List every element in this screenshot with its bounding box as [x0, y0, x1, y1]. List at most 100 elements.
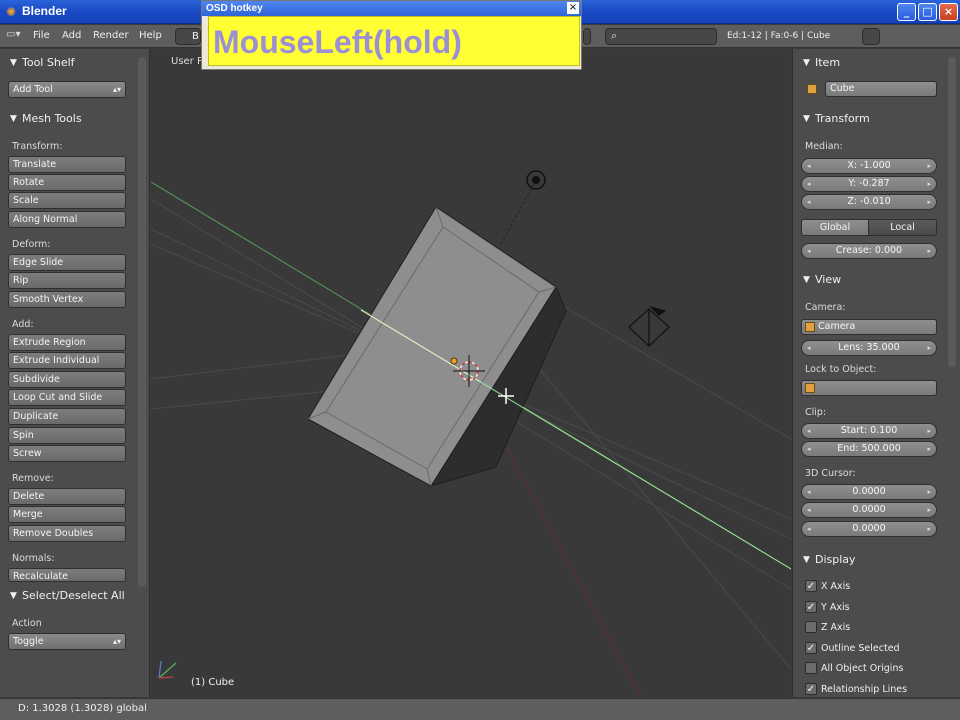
subdivide-button[interactable]: Subdivide: [8, 371, 126, 388]
tool-shelf-header[interactable]: ▼ Tool Shelf: [4, 54, 142, 72]
collapse-triangle-icon: ▼: [10, 114, 17, 124]
display-checkbox[interactable]: [805, 621, 817, 634]
collapse-triangle-icon: ▼: [10, 591, 17, 601]
remove-doubles-button[interactable]: Remove Doubles: [8, 525, 126, 542]
properties-scrollbar[interactable]: [948, 57, 956, 367]
decrement-arrow-icon: ◂: [807, 525, 811, 533]
camera-label: Camera:: [805, 302, 846, 313]
recalculate-button[interactable]: Recalculate: [8, 568, 126, 582]
cursor-y-field[interactable]: ◂ 0.0000 ▸: [801, 502, 937, 518]
display-option-label: Z Axis: [821, 622, 851, 634]
increment-arrow-icon: ▸: [927, 506, 931, 514]
action-label: Action: [12, 618, 42, 629]
cursor-z-value: 0.0000: [852, 523, 886, 534]
3d-viewport[interactable]: User P (1) Cube: [151, 49, 791, 697]
display-checkbox[interactable]: ✓: [805, 600, 817, 613]
object-cube-icon: [807, 84, 817, 94]
relationship-line: [500, 179, 537, 245]
editor-type-icon[interactable]: ▭▾: [6, 29, 26, 43]
camera-field[interactable]: Camera: [801, 319, 937, 335]
display-option-label: Relationship Lines: [821, 684, 908, 695]
extrude-individual-button[interactable]: Extrude Individual: [8, 352, 126, 369]
transform-panel-header[interactable]: ▼ Transform: [797, 110, 937, 128]
action-dropdown[interactable]: Toggle ▴▾: [8, 633, 126, 650]
active-object-label: (1) Cube: [191, 677, 235, 688]
object-name-field[interactable]: Cube: [825, 81, 937, 97]
rotate-button[interactable]: Rotate: [8, 174, 126, 191]
menu-add[interactable]: Add: [62, 30, 81, 41]
local-button[interactable]: Local: [868, 219, 937, 236]
collapse-triangle-icon: ▼: [803, 555, 810, 565]
spin-button[interactable]: Spin: [8, 427, 126, 444]
clip-start-value: Start: 0.100: [840, 425, 898, 436]
osd-close-button[interactable]: ×: [567, 2, 579, 14]
median-x-field[interactable]: ◂ X: -1.000 ▸: [801, 158, 937, 174]
cursor-y-value: 0.0000: [852, 504, 886, 515]
display-checkbox[interactable]: ✓: [805, 683, 817, 695]
median-y-value: Y: -0.287: [848, 178, 890, 189]
clip-start-field[interactable]: ◂ Start: 0.100 ▸: [801, 423, 937, 439]
osd-hotkey-window: OSD hotkey × MouseLeft(hold): [201, 0, 582, 70]
add-tool-dropdown[interactable]: Add Tool ▴▾: [8, 81, 126, 98]
lock-object-icon: [805, 383, 815, 393]
median-z-field[interactable]: ◂ Z: -0.010 ▸: [801, 194, 937, 210]
loop-cut-and-slide-button[interactable]: Loop Cut and Slide: [8, 389, 126, 406]
translate-button[interactable]: Translate: [8, 156, 126, 173]
menu-render[interactable]: Render: [93, 30, 129, 41]
status-text: D: 1.3028 (1.3028) global: [18, 703, 147, 714]
search-field[interactable]: ⌕: [605, 28, 717, 45]
cursor-z-field[interactable]: ◂ 0.0000 ▸: [801, 521, 937, 537]
display-panel-header[interactable]: ▼ Display: [797, 551, 937, 569]
display-checkbox[interactable]: [805, 662, 817, 675]
cursor-x-field[interactable]: ◂ 0.0000 ▸: [801, 484, 937, 500]
rip-button[interactable]: Rip: [8, 272, 126, 289]
blender-logo-icon: ✺: [6, 5, 17, 19]
display-checkbox[interactable]: ✓: [805, 580, 817, 592]
item-panel-header[interactable]: ▼ Item: [797, 54, 937, 72]
display-option-label: Outline Selected: [821, 642, 900, 654]
scene-stats: Ed:1-12 | Fa:0-6 | Cube: [727, 31, 831, 41]
camera-icon[interactable]: [628, 305, 670, 347]
close-button[interactable]: ×: [939, 3, 958, 21]
3d-cursor-label: 3D Cursor:: [805, 468, 856, 479]
lamp-icon[interactable]: [526, 170, 546, 190]
minimize-button[interactable]: _: [897, 3, 916, 21]
menu-help[interactable]: Help: [139, 30, 162, 41]
mesh-tools-header[interactable]: ▼ Mesh Tools: [4, 110, 142, 128]
crease-field[interactable]: ◂ Crease: 0.000 ▸: [801, 243, 937, 259]
scene-selector[interactable]: [583, 28, 591, 45]
edge-slide-button[interactable]: Edge Slide: [8, 254, 126, 271]
collapse-triangle-icon: ▼: [10, 58, 17, 68]
remove-label: Remove:: [12, 473, 54, 484]
transform-panel-title: Transform: [815, 112, 870, 125]
render-engine-icon[interactable]: [862, 28, 880, 45]
display-checkbox[interactable]: ✓: [805, 641, 817, 654]
increment-arrow-icon: ▸: [927, 162, 931, 170]
screen-layout-selector[interactable]: B: [175, 28, 201, 45]
scale-button[interactable]: Scale: [8, 192, 126, 209]
cube-front-face: [307, 206, 557, 487]
median-y-field[interactable]: ◂ Y: -0.287 ▸: [801, 176, 937, 192]
display-option-label: Y Axis: [821, 601, 850, 613]
decrement-arrow-icon: ◂: [807, 180, 811, 188]
maximize-button[interactable]: □: [918, 3, 937, 21]
duplicate-button[interactable]: Duplicate: [8, 408, 126, 425]
extrude-region-button[interactable]: Extrude Region: [8, 334, 126, 351]
increment-arrow-icon: ▸: [927, 247, 931, 255]
along-normal-button[interactable]: Along Normal: [8, 211, 126, 228]
menu-file[interactable]: File: [33, 30, 50, 41]
merge-button[interactable]: Merge: [8, 506, 126, 523]
lens-field[interactable]: ◂ Lens: 35.000 ▸: [801, 340, 937, 356]
screw-button[interactable]: Screw: [8, 445, 126, 462]
global-button[interactable]: Global: [801, 219, 869, 236]
lens-value: Lens: 35.000: [838, 342, 900, 353]
x-axis-line: [490, 418, 642, 697]
median-label: Median:: [805, 141, 843, 152]
tool-shelf-scrollbar[interactable]: [138, 57, 146, 587]
delete-button[interactable]: Delete: [8, 488, 126, 505]
smooth-vertex-button[interactable]: Smooth Vertex: [8, 291, 126, 308]
select-deselect-all-header[interactable]: ▼ Select/Deselect All: [4, 587, 142, 605]
clip-end-field[interactable]: ◂ End: 500.000 ▸: [801, 441, 937, 457]
view-panel-header[interactable]: ▼ View: [797, 271, 937, 289]
lock-object-field[interactable]: [801, 380, 937, 396]
